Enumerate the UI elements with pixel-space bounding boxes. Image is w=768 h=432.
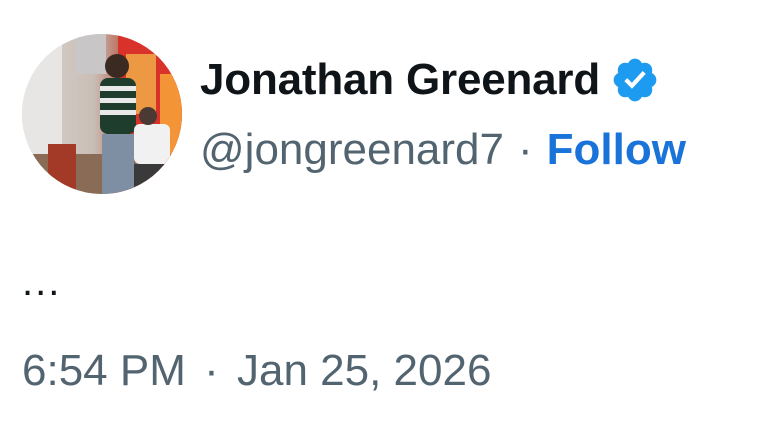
- tweet-text: ...: [22, 260, 62, 304]
- handle-separator: ·: [517, 125, 533, 174]
- author-handle-row: @jongreenard7 · Follow: [200, 120, 686, 180]
- author-handle[interactable]: @jongreenard7: [200, 125, 504, 175]
- avatar-photo: [22, 34, 182, 194]
- tweet-timestamp[interactable]: 6:54 PM · Jan 25, 2026: [22, 346, 491, 396]
- tweet-time: 6:54 PM: [22, 346, 186, 395]
- author-display-name[interactable]: Jonathan Greenard: [200, 55, 600, 105]
- author-avatar[interactable]: [22, 34, 182, 194]
- timestamp-separator: ·: [204, 346, 219, 395]
- follow-button[interactable]: Follow: [547, 125, 686, 175]
- verified-badge-icon: [610, 55, 660, 105]
- author-name-row: Jonathan Greenard: [200, 48, 660, 112]
- tweet-date: Jan 25, 2026: [237, 346, 492, 395]
- tweet-card: Jonathan Greenard @jongreenard7 · Follow…: [0, 0, 768, 432]
